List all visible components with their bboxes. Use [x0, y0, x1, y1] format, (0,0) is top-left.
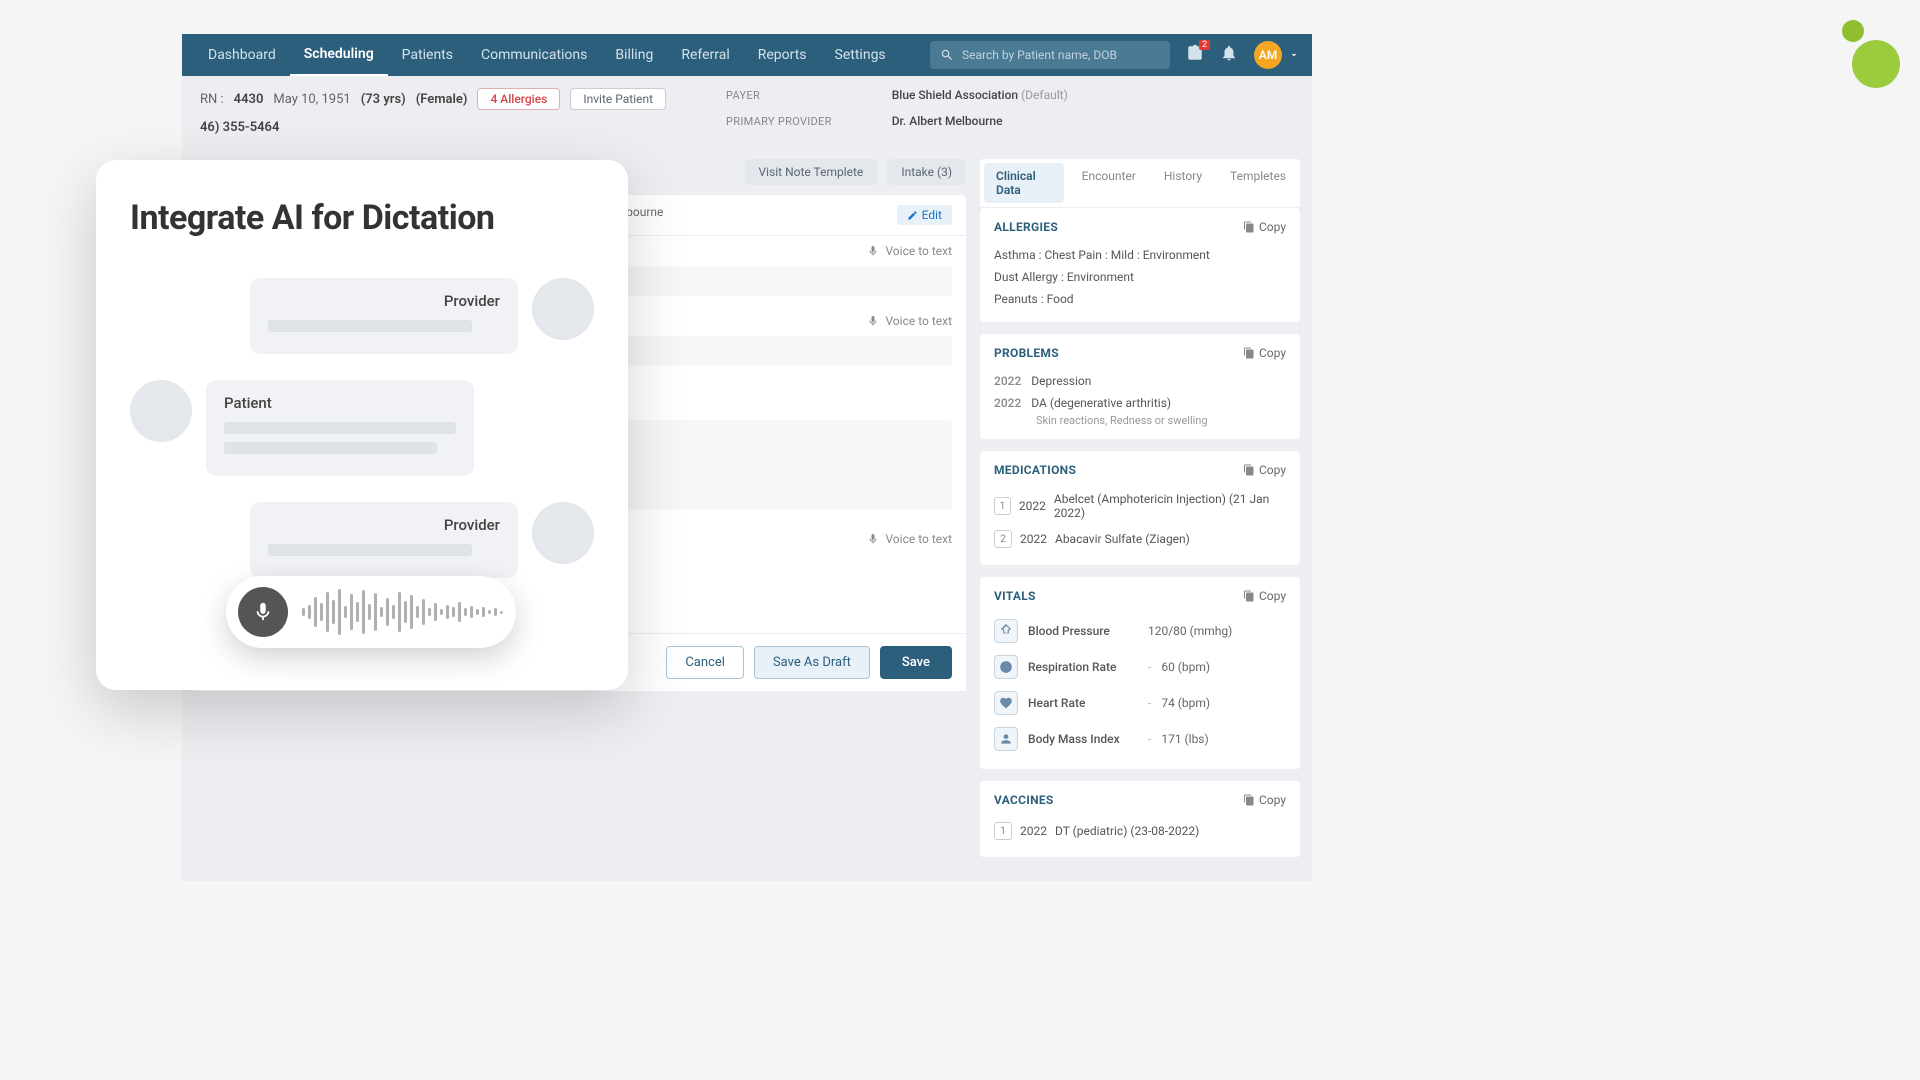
sidebar-tabs: Clinical Data Encounter History Templete…: [980, 159, 1300, 208]
respiration-icon: [994, 655, 1018, 679]
copy-vitals[interactable]: Copy: [1243, 589, 1286, 603]
search-box[interactable]: [930, 41, 1170, 69]
edit-button[interactable]: Edit: [897, 205, 952, 225]
visit-note-template-button[interactable]: Visit Note Templete: [745, 159, 878, 185]
chat-patient: Patient: [130, 380, 474, 476]
payer-default: (Default): [1021, 88, 1068, 102]
nav-communications[interactable]: Communications: [467, 34, 601, 76]
tab-templates[interactable]: Templetes: [1216, 159, 1300, 207]
invite-patient-button[interactable]: Invite Patient: [570, 88, 666, 110]
search-input[interactable]: [962, 48, 1160, 62]
vaccines-panel: VACCINES Copy 12022DT (pediatric) (23-08…: [980, 781, 1300, 857]
heart-rate-icon: [994, 691, 1018, 715]
rn-value: 4430: [234, 92, 264, 107]
allergy-item: Asthma : Chest Pain : Mild : Environment: [994, 244, 1286, 266]
search-icon: [940, 48, 954, 62]
vaccine-item: 12022DT (pediatric) (23-08-2022): [994, 817, 1286, 845]
waveform: [302, 588, 503, 636]
provider-label: Provider: [268, 516, 500, 534]
vitals-title: VITALS: [994, 589, 1036, 603]
copy-vaccines[interactable]: Copy: [1243, 793, 1286, 807]
top-nav: Dashboard Scheduling Patients Communicat…: [182, 34, 1312, 76]
chat-provider-2: Provider: [250, 502, 594, 578]
provider-label: Provider: [268, 292, 500, 310]
save-button[interactable]: Save: [880, 646, 952, 679]
intake-button[interactable]: Intake (3): [887, 159, 966, 185]
patient-dob: May 10, 1951: [273, 92, 350, 107]
allergy-badge[interactable]: 4 Allergies: [477, 88, 560, 110]
patient-age: (73 yrs): [361, 92, 406, 107]
notification-badge: 2: [1199, 40, 1210, 50]
nav-settings[interactable]: Settings: [821, 34, 900, 76]
payer-value: Blue Shield Association: [892, 88, 1018, 102]
bell-icon[interactable]: [1220, 44, 1238, 66]
provider-avatar: [532, 278, 594, 340]
vaccines-title: VACCINES: [994, 793, 1054, 807]
problem-item: 2022Depression: [994, 370, 1286, 392]
primary-provider-value: Dr. Albert Melbourne: [892, 114, 1003, 128]
tab-clinical-data[interactable]: Clinical Data: [984, 163, 1064, 203]
copy-problems[interactable]: Copy: [1243, 346, 1286, 360]
patient-label: Patient: [224, 394, 456, 412]
microphone-icon[interactable]: [238, 587, 288, 637]
vital-item: Respiration Rate-60 (bpm): [994, 649, 1286, 685]
problems-title: PROBLEMS: [994, 346, 1059, 360]
clinical-sidebar: Clinical Data Encounter History Templete…: [980, 159, 1300, 869]
provider-avatar: [532, 502, 594, 564]
nav-dashboard[interactable]: Dashboard: [194, 34, 290, 76]
nav-patients[interactable]: Patients: [388, 34, 467, 76]
copy-allergies[interactable]: Copy: [1243, 220, 1286, 234]
vital-item: Blood Pressure120/80 (mmhg): [994, 613, 1286, 649]
nav-scheduling[interactable]: Scheduling: [290, 34, 388, 76]
problem-item: 2022DA (degenerative arthritis): [994, 392, 1286, 414]
allergy-item: Peanuts : Food: [994, 288, 1286, 310]
bmi-icon: [994, 727, 1018, 751]
tab-history[interactable]: History: [1150, 159, 1216, 207]
patient-header: RN : 4430 May 10, 1951 (73 yrs) (Female)…: [182, 76, 1312, 147]
dictation-overlay: Integrate AI for Dictation Provider Pati…: [96, 160, 628, 690]
medications-title: MEDICATIONS: [994, 463, 1076, 477]
chat-provider-1: Provider: [250, 278, 594, 354]
primary-provider-label: PRIMARY PROVIDER: [726, 115, 832, 128]
patient-sex: (Female): [416, 92, 468, 107]
save-draft-button[interactable]: Save As Draft: [754, 646, 870, 679]
patient-avatar: [130, 380, 192, 442]
cancel-button[interactable]: Cancel: [666, 646, 744, 679]
voice-recorder[interactable]: [226, 576, 516, 648]
allergy-item: Dust Allergy : Environment: [994, 266, 1286, 288]
patient-phone: 46) 355-5464: [200, 120, 279, 135]
nav-billing[interactable]: Billing: [601, 34, 667, 76]
medication-item: 22022Abacavir Sulfate (Ziagen): [994, 525, 1286, 553]
vital-item: Heart Rate-74 (bpm): [994, 685, 1286, 721]
copy-medications[interactable]: Copy: [1243, 463, 1286, 477]
dictation-title: Integrate AI for Dictation: [130, 198, 594, 238]
allergies-title: ALLERGIES: [994, 220, 1058, 234]
allergies-panel: ALLERGIES Copy Asthma : Chest Pain : Mil…: [980, 208, 1300, 322]
chevron-down-icon[interactable]: [1288, 49, 1300, 61]
vital-item: Body Mass Index-171 (lbs): [994, 721, 1286, 757]
problem-sub: Skin reactions, Redness or swelling: [994, 414, 1286, 427]
medications-panel: MEDICATIONS Copy 12022Abelcet (Amphoteri…: [980, 451, 1300, 565]
user-avatar[interactable]: AM: [1254, 41, 1282, 69]
nav-referral[interactable]: Referral: [667, 34, 743, 76]
problems-panel: PROBLEMS Copy 2022Depression 2022DA (deg…: [980, 334, 1300, 439]
blood-pressure-icon: [994, 619, 1018, 643]
clipboard-icon[interactable]: 2: [1186, 44, 1204, 66]
medication-item: 12022Abelcet (Amphotericin Injection) (2…: [994, 487, 1286, 525]
payer-label: PAYER: [726, 89, 760, 102]
nav-reports[interactable]: Reports: [744, 34, 821, 76]
rn-label: RN :: [200, 92, 224, 107]
vitals-panel: VITALS Copy Blood Pressure120/80 (mmhg) …: [980, 577, 1300, 769]
tab-encounter[interactable]: Encounter: [1068, 159, 1150, 207]
